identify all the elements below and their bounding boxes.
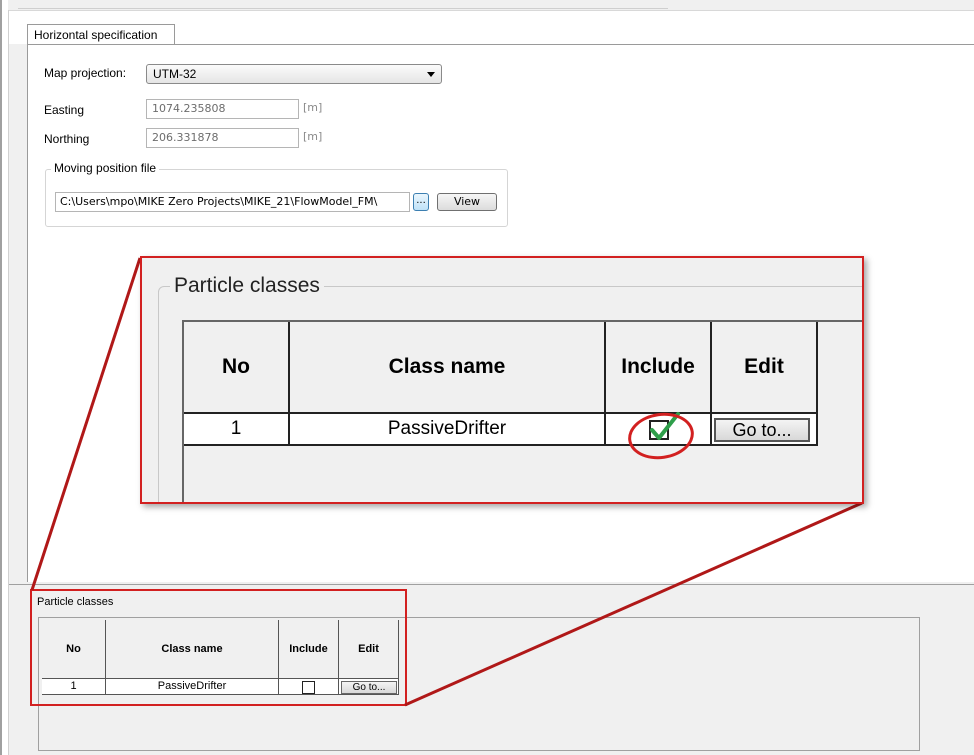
zoom-particle-classes-title: Particle classes [170, 274, 324, 298]
zoom-goto-button: Go to... [714, 418, 810, 442]
zoom-cell-no: 1 [184, 414, 290, 446]
zoom-header-include: Include [606, 322, 712, 414]
zoom-cell-class-name: PassiveDrifter [290, 414, 606, 446]
zoom-header-edit: Edit [712, 322, 818, 414]
zoom-callout: Particle classes No Class name Include E… [140, 256, 864, 504]
zoom-header-class-name: Class name [290, 322, 606, 414]
tab-horizontal-specification[interactable]: Horizontal specification [27, 24, 175, 44]
zoom-header-no: No [184, 322, 290, 414]
